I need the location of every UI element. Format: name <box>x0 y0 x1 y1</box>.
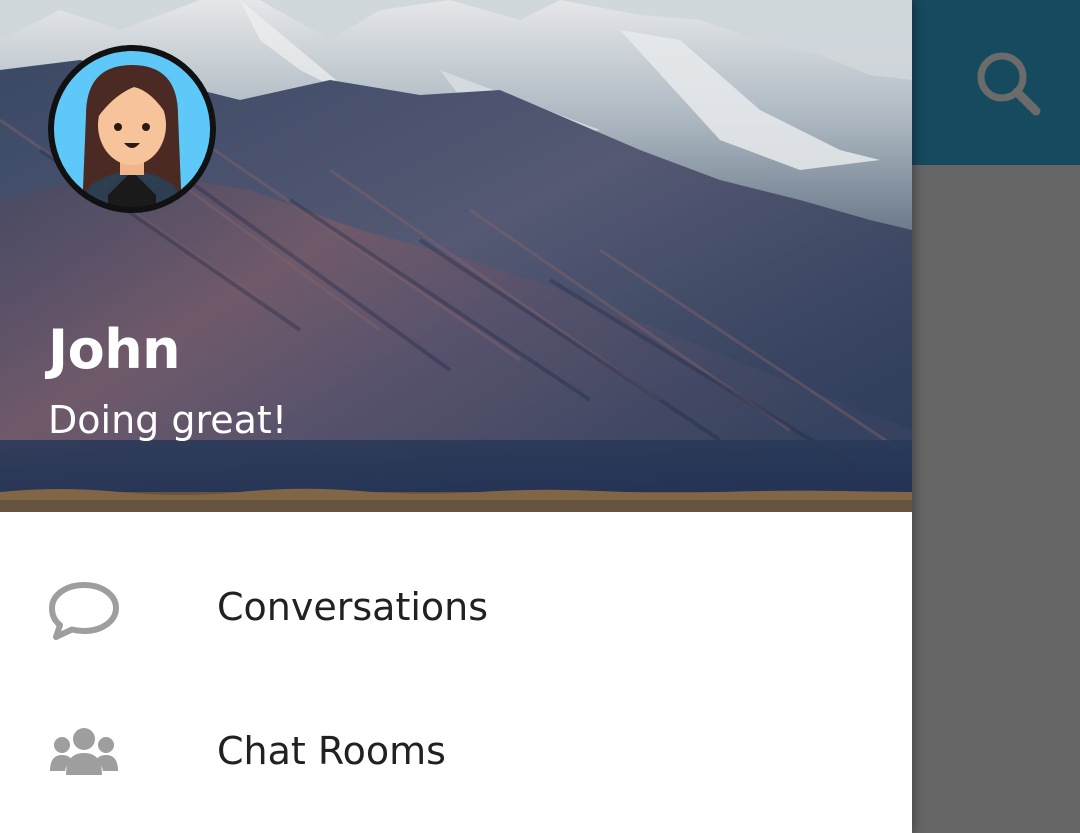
chat-bubble-icon <box>49 582 119 640</box>
avatar-illustration <box>48 45 216 213</box>
drawer-menu: Conversations Chat Rooms <box>0 539 912 827</box>
menu-item-chat-rooms[interactable]: Chat Rooms <box>0 683 912 827</box>
main-content-scrim[interactable] <box>912 165 1080 833</box>
drawer-header: John Doing great! <box>0 0 912 512</box>
user-avatar[interactable] <box>48 45 216 213</box>
user-status: Doing great! <box>48 398 288 442</box>
search-button[interactable] <box>972 47 1044 119</box>
menu-item-label: Chat Rooms <box>217 729 446 773</box>
menu-item-label: Conversations <box>217 585 489 629</box>
user-name: John <box>48 318 181 381</box>
search-icon <box>977 52 1041 116</box>
group-icon <box>50 728 118 775</box>
menu-item-conversations[interactable]: Conversations <box>0 539 912 683</box>
app-toolbar <box>912 0 1080 165</box>
app-screen: John Doing great! Conversations Chat Roo… <box>0 0 1080 833</box>
navigation-drawer: John Doing great! Conversations Chat Roo… <box>0 0 912 833</box>
